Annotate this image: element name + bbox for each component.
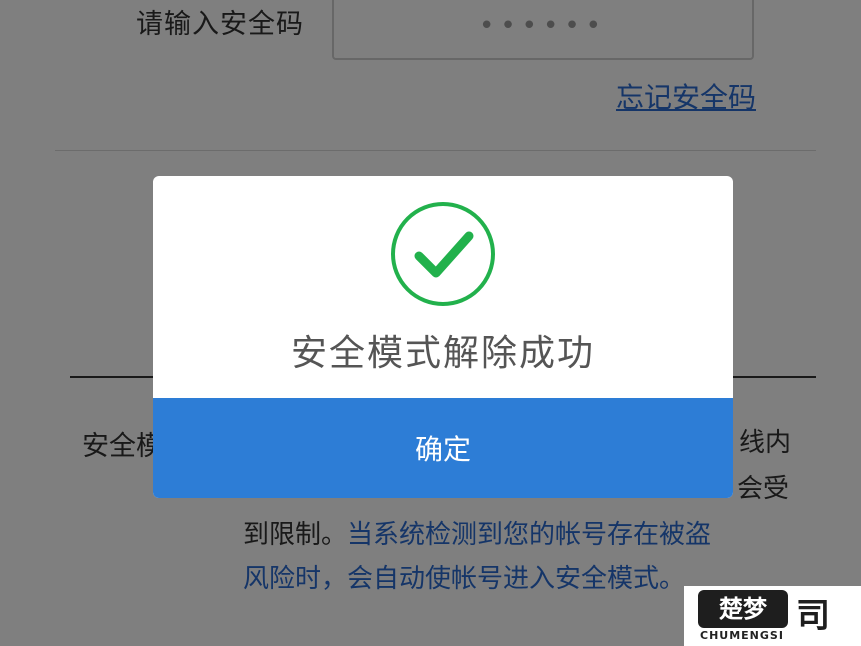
dialog-message: 安全模式解除成功 <box>290 333 595 374</box>
confirm-button[interactable]: 确定 <box>153 398 733 498</box>
success-dialog: 安全模式解除成功 确定 <box>153 176 733 498</box>
check-circle-icon <box>389 200 497 308</box>
watermark-char: 司 <box>796 596 830 636</box>
watermark-badge: 楚梦 <box>698 590 788 628</box>
watermark-subtitle: CHUMENGSI <box>700 629 784 642</box>
watermark-logo: 楚梦 CHUMENGSI 司 <box>684 586 861 646</box>
